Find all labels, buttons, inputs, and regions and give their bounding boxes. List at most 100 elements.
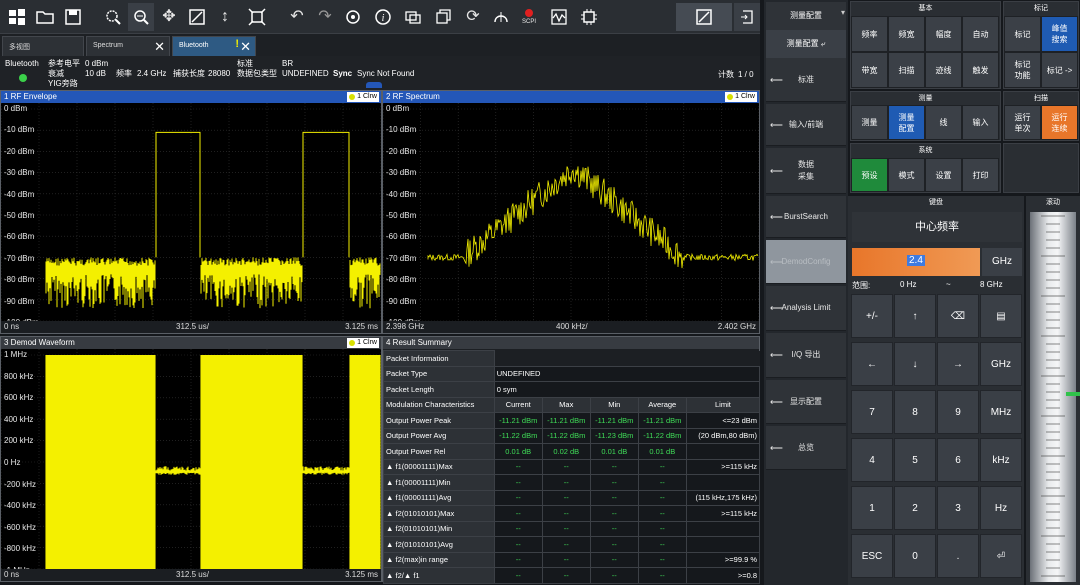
close-icon[interactable]: ✕ [154, 39, 165, 55]
unit-label[interactable]: GHz [982, 248, 1022, 276]
tab-multiview[interactable]: 多视图 [2, 36, 84, 56]
side-button-8[interactable]: ⟵ 总览 [766, 426, 846, 470]
key-9[interactable]: 9 [937, 390, 979, 434]
side-menu-subheader[interactable]: 测量配置 ⤶ [766, 30, 846, 58]
info-icon[interactable]: i [370, 3, 396, 31]
plus-minus-key[interactable]: +/- [851, 294, 893, 338]
side-button-5[interactable]: ⟵ Analysis Limit [766, 286, 846, 331]
x-end: 3.125 ms [345, 570, 378, 579]
y-tick-label: -30 dBm [386, 168, 417, 178]
measure-button-0[interactable]: 测量 [851, 105, 888, 140]
basic-button-6[interactable]: 迹线 [925, 52, 962, 88]
marker-button-3[interactable]: 标记 -> [1041, 52, 1078, 88]
scpi-icon[interactable]: SCPI [516, 3, 542, 31]
marker-button-0[interactable]: 标记 [1004, 16, 1041, 52]
preset-icon[interactable] [340, 3, 366, 31]
button-label: 运行 连续 [1051, 112, 1068, 133]
key-2[interactable]: 2 [894, 486, 936, 530]
vertical-zoom-icon[interactable]: ↕ [212, 3, 238, 31]
trace-badge[interactable]: 1 Clrw [347, 338, 379, 348]
redo-icon[interactable]: ↷ [312, 3, 338, 31]
left-arrow-key[interactable]: ← [851, 342, 893, 386]
mhz-key[interactable]: MHz [980, 390, 1022, 434]
splitter-handle[interactable] [366, 82, 382, 88]
windows-icon[interactable] [4, 3, 30, 31]
value-input[interactable]: 2.4 [907, 255, 925, 266]
system-button-0[interactable]: 预设 [851, 158, 888, 192]
open-folder-icon[interactable] [32, 3, 58, 31]
dropdown-arrow-icon[interactable]: ▾ [841, 8, 845, 17]
basic-button-2[interactable]: 幅度 [925, 16, 962, 52]
basic-button-3[interactable]: 自动 [962, 16, 999, 52]
side-button-4[interactable]: ⟵ DemodConfig [766, 240, 846, 284]
up-arrow-key[interactable]: ↑ [894, 294, 936, 338]
key-3[interactable]: 3 [937, 486, 979, 530]
side-button-0[interactable]: ⟵ 标准 [766, 58, 846, 102]
scroll-wheel[interactable] [1030, 212, 1076, 582]
decimal-key[interactable]: . [937, 534, 979, 578]
ghz-key[interactable]: GHz [980, 342, 1022, 386]
auto-zoom-icon[interactable] [244, 3, 270, 31]
basic-button-0[interactable]: 频率 [851, 16, 888, 52]
side-button-7[interactable]: ⟵ 显示配置 [766, 380, 846, 424]
side-button-2[interactable]: ⟵ 数据 采集 [766, 148, 846, 194]
display-fit-icon[interactable] [676, 3, 732, 31]
basic-button-5[interactable]: 扫描 [888, 52, 925, 88]
undo-icon[interactable]: ↶ [284, 3, 310, 31]
system-button-2[interactable]: 设置 [925, 158, 962, 192]
keyboard-key[interactable]: ▤ [980, 294, 1022, 338]
key-1[interactable]: 1 [851, 486, 893, 530]
side-button-1[interactable]: ⟵ 输入/前端 [766, 104, 846, 146]
key-5[interactable]: 5 [894, 438, 936, 482]
save-icon[interactable] [60, 3, 86, 31]
tab-spectrum[interactable]: Spectrum ✕ [86, 36, 170, 56]
value-field[interactable]: 2.4 [852, 248, 980, 276]
basic-button-4[interactable]: 带宽 [851, 52, 888, 88]
key-4[interactable]: 4 [851, 438, 893, 482]
key-7[interactable]: 7 [851, 390, 893, 434]
marker-button-2[interactable]: 标记 功能 [1004, 52, 1041, 88]
zoom-area-icon[interactable] [184, 3, 210, 31]
rf-envelope-panel[interactable]: 1 RF Envelope 1 Clrw 0 dBm -10 dBm -20 dBm -… [0, 90, 382, 334]
key-0[interactable]: 0 [894, 534, 936, 578]
measure-button-3[interactable]: 输入 [962, 105, 999, 140]
transducer-icon[interactable] [488, 3, 514, 31]
measure-button-2[interactable]: 线 [925, 105, 962, 140]
sweep-button-1[interactable]: 运行 连续 [1041, 105, 1078, 140]
rf-spectrum-panel[interactable]: 2 RF Spectrum 1 Clrw 0 dBm -10 dBm -20 dBm -… [382, 90, 760, 334]
sweep-button-0[interactable]: 运行 单次 [1004, 105, 1041, 140]
key-6[interactable]: 6 [937, 438, 979, 482]
zoom-in-icon[interactable] [128, 3, 154, 31]
pan-icon[interactable]: ✥ [156, 3, 182, 31]
exit-icon[interactable] [734, 3, 760, 31]
marker-button-1[interactable]: 峰值 搜索 [1041, 16, 1078, 52]
settings-chip-icon[interactable] [576, 3, 602, 31]
down-arrow-key[interactable]: ↓ [894, 342, 936, 386]
y-tick-label: -20 dBm [4, 146, 35, 156]
side-button-6[interactable]: ⟵ I/Q 导出 [766, 333, 846, 378]
esc-key[interactable]: ESC [851, 534, 893, 578]
basic-button-1[interactable]: 频宽 [888, 16, 925, 52]
basic-button-7[interactable]: 触发 [962, 52, 999, 88]
trace-badge[interactable]: 1 Clrw [725, 92, 757, 102]
close-icon[interactable]: ✕ [240, 39, 251, 55]
measure-button-1[interactable]: 测量 配置 [888, 105, 925, 140]
refresh-icon[interactable]: ⟳ [460, 3, 486, 31]
enter-key[interactable]: ⏎ [980, 534, 1022, 578]
hz-key[interactable]: Hz [980, 486, 1022, 530]
trace-badge[interactable]: 1 Clrw [347, 92, 379, 102]
demod-waveform-panel[interactable]: 3 Demod Waveform 1 Clrw 1 MHz 800 kHz 600 k… [0, 336, 382, 582]
system-button-3[interactable]: 打印 [962, 158, 999, 192]
window-icon[interactable] [430, 3, 456, 31]
waveform-icon[interactable] [546, 3, 572, 31]
side-button-label: 输入/前端 [788, 119, 824, 129]
screenshot-icon[interactable] [400, 3, 426, 31]
tab-bluetooth[interactable]: Bluetooth! ✕ [172, 36, 256, 56]
zoom-select-icon[interactable] [100, 3, 126, 31]
right-arrow-key[interactable]: → [937, 342, 979, 386]
system-button-1[interactable]: 模式 [888, 158, 925, 192]
key-8[interactable]: 8 [894, 390, 936, 434]
side-button-3[interactable]: ⟵ BurstSearch [766, 196, 846, 238]
khz-key[interactable]: kHz [980, 438, 1022, 482]
backspace-key[interactable]: ⌫ [937, 294, 979, 338]
